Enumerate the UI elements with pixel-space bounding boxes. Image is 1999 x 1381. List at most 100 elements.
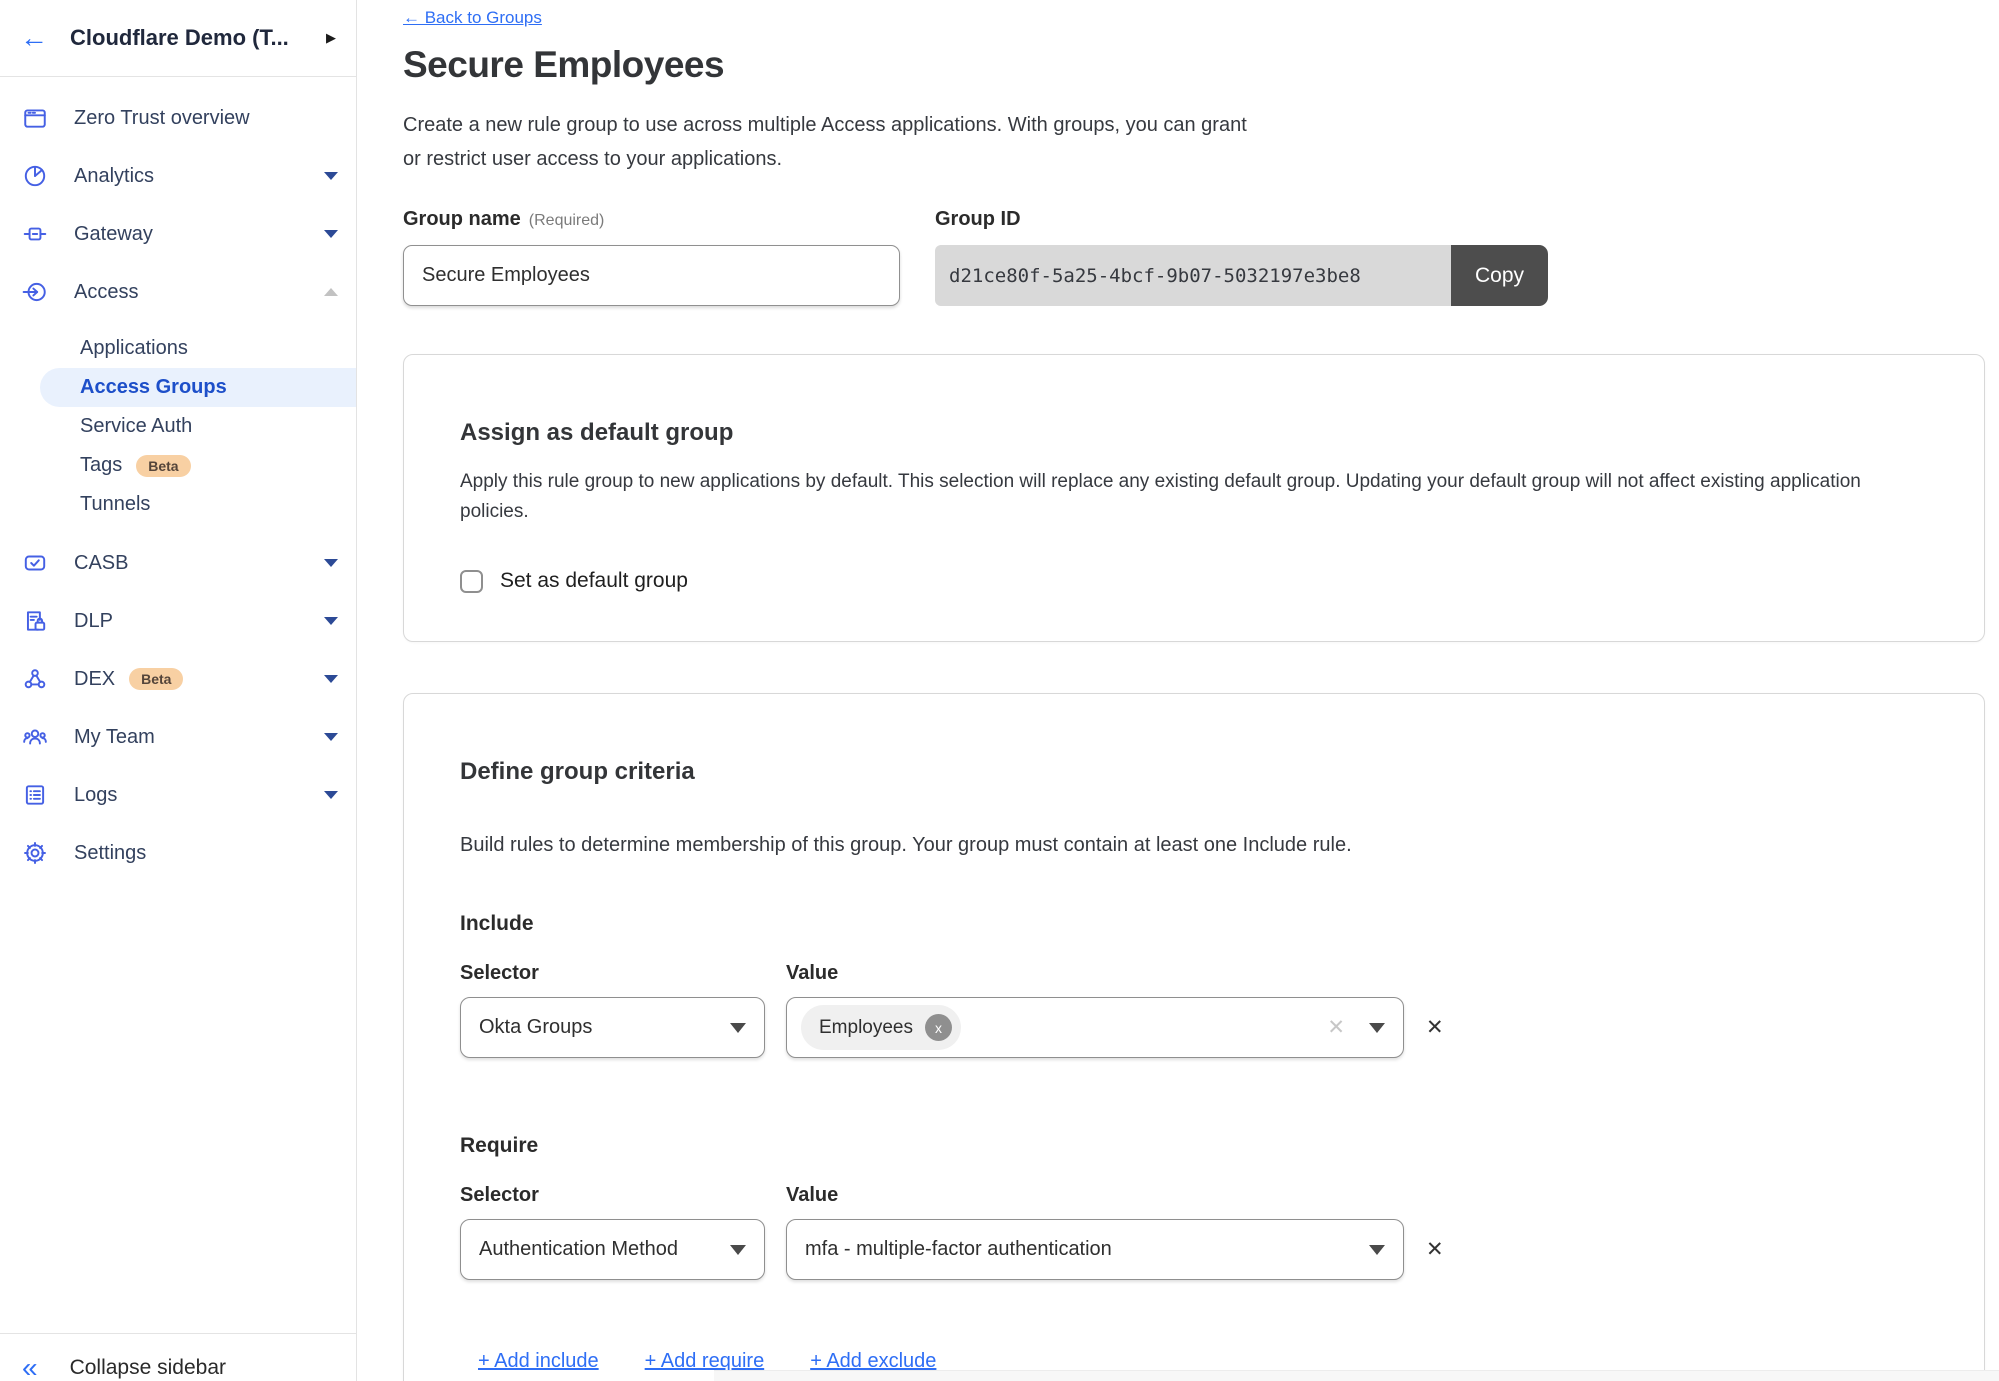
group-id-value: d21ce80f-5a25-4bcf-9b07-5032197e3be8 [935,245,1451,306]
dlp-document-lock-icon [22,608,48,634]
group-id-label: Group ID [935,208,1548,231]
sidebar-item-casb[interactable]: CASB [0,534,356,592]
chevron-down-icon[interactable] [324,559,338,567]
sidebar-header: ← Cloudflare Demo (T... ▶ [0,0,356,77]
back-to-groups-link[interactable]: ← Back to Groups [403,8,542,28]
collapse-chevrons-icon: « [22,1354,38,1381]
include-heading: Include [460,912,1928,936]
main-content: ← Back to Groups Secure Employees Create… [357,0,1999,1381]
sidebar-nav: Zero Trust overview Analytics Gateway [0,77,356,882]
chevron-down-icon [730,1245,746,1255]
analytics-pie-icon [22,163,48,189]
sidebar-item-label: Settings [74,842,146,865]
sidebar-item-access[interactable]: Access [0,263,356,321]
require-selector-value: Authentication Method [479,1238,678,1261]
expand-caret-icon[interactable]: ▶ [326,30,336,46]
zero-trust-dashboard: ← Cloudflare Demo (T... ▶ Zero Trust ove… [0,0,1999,1381]
beta-badge: Beta [129,668,183,690]
copy-button[interactable]: Copy [1451,245,1548,306]
remove-tag-icon[interactable]: x [925,1014,952,1041]
require-value-label: Value [786,1184,838,1207]
sidebar-item-tunnels[interactable]: Tunnels [0,485,356,524]
sidebar-item-label: DEX [74,668,115,691]
sidebar-item-access-groups[interactable]: Access Groups [40,368,356,407]
sidebar-item-settings[interactable]: Settings [0,824,356,882]
sidebar-item-zero-trust-overview[interactable]: Zero Trust overview [0,89,356,147]
chevron-down-icon [730,1023,746,1033]
include-rule-row: Okta Groups Employees x ✕ ✕ [460,997,1928,1058]
access-subnav: Applications Access Groups Service Auth … [0,329,356,524]
employees-tag: Employees x [801,1005,961,1050]
sidebar-item-tags[interactable]: Tags Beta [0,446,356,485]
chevron-down-icon[interactable] [324,230,338,238]
overview-window-icon [22,105,48,131]
group-name-label: Group name(Required) [403,208,900,231]
require-value-text: mfa - multiple-factor authentication [805,1238,1112,1261]
chevron-down-icon [1369,1023,1385,1033]
include-selector-value: Okta Groups [479,1016,592,1039]
require-rule-row: Authentication Method mfa - multiple-fac… [460,1219,1928,1280]
chevron-down-icon[interactable] [324,172,338,180]
sidebar-footer: « Collapse sidebar [0,1333,356,1381]
employees-tag-label: Employees [819,1017,913,1039]
beta-badge: Beta [136,455,190,477]
sidebar-item-analytics[interactable]: Analytics [0,147,356,205]
sidebar-item-label: Tunnels [80,493,150,516]
page-description: Create a new rule group to use across mu… [403,108,1985,176]
chevron-down-icon[interactable] [324,617,338,625]
group-name-input[interactable] [403,245,900,306]
remove-include-rule-icon[interactable]: ✕ [1426,1015,1444,1040]
back-arrow-icon[interactable]: ← [20,24,48,52]
page-title: Secure Employees [403,44,1985,86]
sidebar-item-gateway[interactable]: Gateway [0,205,356,263]
sidebar-item-label: Access [74,281,138,304]
account-name: Cloudflare Demo (T... [70,25,289,51]
dex-network-icon [22,666,48,692]
add-include-link[interactable]: + Add include [478,1350,599,1373]
logs-list-icon [22,782,48,808]
chevron-down-icon[interactable] [324,733,338,741]
set-default-group-checkbox[interactable] [460,570,483,593]
assign-default-group-card: Assign as default group Apply this rule … [403,354,1985,642]
include-selector-label: Selector [460,962,765,985]
define-group-criteria-title: Define group criteria [460,758,1928,786]
sidebar-item-label: Tags [80,454,122,477]
include-value-label: Value [786,962,838,985]
sidebar-item-label: Access Groups [80,376,227,399]
required-hint: (Required) [529,212,605,229]
require-selector-dropdown[interactable]: Authentication Method [460,1219,765,1280]
chevron-down-icon[interactable] [324,791,338,799]
sidebar-item-my-team[interactable]: My Team [0,708,356,766]
assign-default-group-description: Apply this rule group to new application… [460,467,1890,527]
collapse-sidebar-button[interactable]: « Collapse sidebar [0,1344,356,1381]
chevron-down-icon[interactable] [324,675,338,683]
sidebar-item-logs[interactable]: Logs [0,766,356,824]
sidebar-item-applications[interactable]: Applications [0,329,356,368]
include-value-multiselect[interactable]: Employees x ✕ [786,997,1404,1058]
sidebar-item-dlp[interactable]: DLP [0,592,356,650]
sidebar-item-label: CASB [74,552,128,575]
sidebar-item-label: DLP [74,610,113,633]
chevron-up-icon[interactable] [324,288,338,296]
gear-icon [22,840,48,866]
set-default-group-row: Set as default group [460,569,1928,593]
team-people-icon [22,724,48,750]
sidebar-item-service-auth[interactable]: Service Auth [0,407,356,446]
sidebar-item-label: My Team [74,726,155,749]
assign-default-group-title: Assign as default group [460,419,1928,447]
chevron-down-icon [1369,1245,1385,1255]
sidebar-item-dex[interactable]: DEX Beta [0,650,356,708]
require-selector-label: Selector [460,1184,765,1207]
require-heading: Require [460,1134,1928,1158]
clear-values-icon[interactable]: ✕ [1327,1015,1345,1040]
collapse-sidebar-label: Collapse sidebar [70,1356,226,1380]
sidebar-item-label: Analytics [74,165,154,188]
remove-require-rule-icon[interactable]: ✕ [1426,1237,1444,1262]
require-value-dropdown[interactable]: mfa - multiple-factor authentication [786,1219,1404,1280]
include-selector-dropdown[interactable]: Okta Groups [460,997,765,1058]
sidebar-item-label: Applications [80,337,188,360]
access-icon [22,279,48,305]
sidebar: ← Cloudflare Demo (T... ▶ Zero Trust ove… [0,0,357,1381]
set-default-group-label: Set as default group [500,569,688,593]
sidebar-item-label: Service Auth [80,415,192,438]
